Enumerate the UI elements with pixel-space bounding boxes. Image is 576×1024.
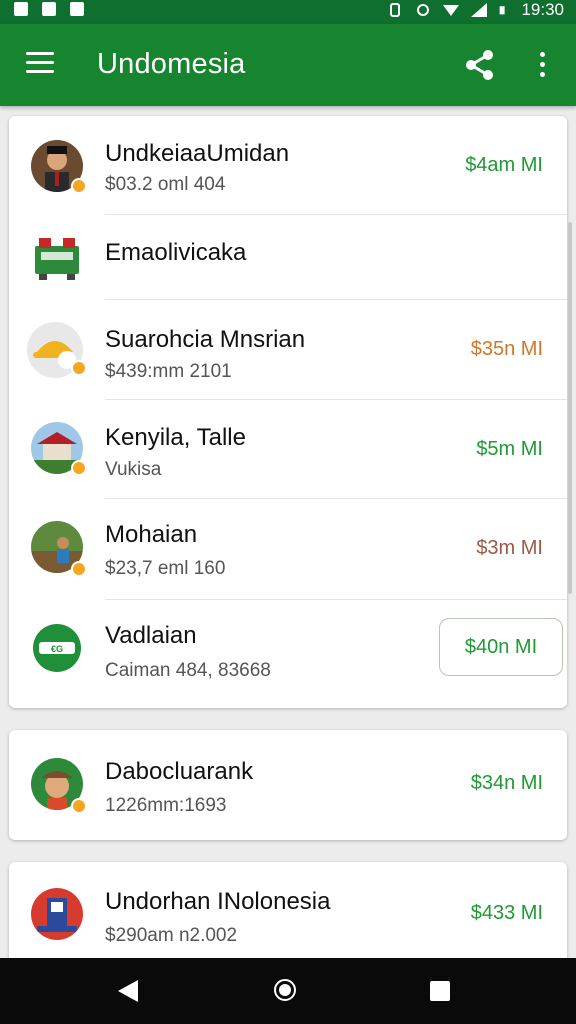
menu-button[interactable] bbox=[26, 52, 54, 74]
battery-icon bbox=[500, 6, 506, 15]
verified-badge bbox=[71, 360, 87, 376]
item-name: Vadlaian bbox=[105, 622, 197, 649]
card-subtitle: $290am n2.002 bbox=[105, 925, 238, 946]
signal-icon bbox=[471, 3, 488, 17]
item-subtitle: $03.2 oml 404 bbox=[105, 174, 226, 195]
cash-register-icon bbox=[35, 238, 79, 280]
app-title: Undomesia bbox=[97, 48, 246, 80]
card-amount: $34n MI bbox=[470, 772, 543, 794]
card-amount: $433 MI bbox=[470, 902, 543, 924]
status-bar: 19:30 bbox=[0, 0, 576, 24]
more-dot bbox=[540, 62, 545, 67]
item-amount: $4am MI bbox=[465, 154, 543, 176]
system-nav-bar bbox=[0, 958, 576, 1024]
item-subtitle: Caiman 484, 83668 bbox=[105, 660, 271, 681]
card-name: Dabocluarank bbox=[105, 758, 254, 785]
list-item[interactable]: Mohaian $23,7 eml 160 $3m MI bbox=[9, 499, 567, 600]
item-name: Emaolivicaka bbox=[105, 239, 247, 266]
list-item[interactable]: UndkeiaaUmidan $03.2 oml 404 $4am MI bbox=[9, 116, 567, 215]
more-dot bbox=[540, 72, 545, 77]
back-icon[interactable] bbox=[118, 980, 138, 1002]
list-item[interactable]: Kenyila, Talle Vukisa $5m MI bbox=[9, 400, 567, 499]
list-item[interactable]: Suarohcia Mnsrian $439:mm 2101 $35n MI bbox=[9, 300, 567, 400]
item-subtitle: $439:mm 2101 bbox=[105, 361, 232, 382]
list-item[interactable]: Emaolivicaka bbox=[9, 215, 567, 300]
verified-badge bbox=[71, 178, 87, 194]
store-notification-icon bbox=[70, 2, 84, 16]
card-subtitle: 1226mm:1693 bbox=[105, 795, 227, 816]
svg-text:€G: €G bbox=[51, 644, 63, 654]
account-card[interactable]: Undorhan INolonesia $290am n2.002 $433 M… bbox=[9, 862, 567, 972]
home-icon[interactable] bbox=[274, 979, 296, 1001]
card-name: Undorhan INolonesia bbox=[105, 888, 331, 915]
more-dot bbox=[540, 52, 545, 57]
vibrate-icon bbox=[390, 3, 401, 17]
verified-badge bbox=[71, 798, 87, 814]
scrollbar[interactable] bbox=[568, 222, 572, 594]
item-subtitle: Vukisa bbox=[105, 459, 162, 480]
item-name: Mohaian bbox=[105, 521, 198, 548]
menu-icon-line bbox=[26, 61, 54, 64]
emblem-icon bbox=[31, 888, 83, 940]
gallery-notification-icon bbox=[42, 2, 56, 16]
item-name: Suarohcia Mnsrian bbox=[105, 326, 306, 353]
item-amount: $35n MI bbox=[470, 338, 543, 360]
item-subtitle: $23,7 eml 160 bbox=[105, 558, 226, 579]
verified-badge bbox=[71, 561, 87, 577]
green-logo-icon: €G bbox=[33, 624, 81, 672]
share-icon[interactable] bbox=[463, 48, 497, 82]
item-name: UndkeiaaUmidan bbox=[105, 140, 290, 167]
wifi-icon bbox=[443, 5, 460, 16]
data-saver-icon bbox=[417, 4, 430, 16]
recents-icon[interactable] bbox=[430, 981, 450, 1001]
account-card[interactable]: Dabocluarank 1226mm:1693 $34n MI bbox=[9, 730, 567, 840]
menu-icon bbox=[26, 52, 54, 55]
amount-button[interactable]: $40n MI bbox=[439, 618, 563, 676]
main-list-card: UndkeiaaUmidan $03.2 oml 404 $4am MI Ema… bbox=[9, 116, 567, 708]
menu-icon-line bbox=[26, 70, 54, 73]
item-amount: $3m MI bbox=[476, 537, 543, 559]
item-name: Kenyila, Talle bbox=[105, 424, 246, 451]
image-notification-icon bbox=[14, 2, 28, 16]
more-options-button[interactable] bbox=[532, 50, 552, 80]
verified-badge bbox=[71, 460, 87, 476]
list-item[interactable]: €G Vadlaian Caiman 484, 83668 $40n MI bbox=[9, 600, 567, 708]
status-time: 19:30 bbox=[521, 0, 564, 19]
app-bar: Undomesia bbox=[0, 24, 576, 106]
item-amount: $5m MI bbox=[476, 438, 543, 460]
